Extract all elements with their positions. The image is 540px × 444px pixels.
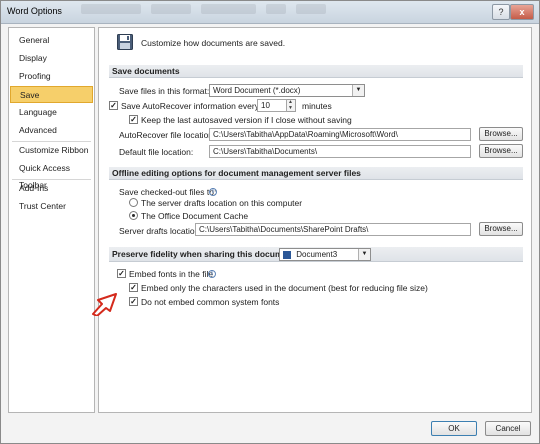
checked-out-label: Save checked-out files to: xyxy=(119,187,217,197)
nav-item-quick-access-toolbar[interactable]: Quick Access Toolbar xyxy=(10,160,93,190)
header-text: Customize how documents are saved. xyxy=(141,38,286,48)
autorecover-checkbox[interactable]: ✓ xyxy=(109,101,118,110)
keep-last-label: Keep the last autosaved version if I clo… xyxy=(141,115,352,125)
fidelity-document-select[interactable]: Document3 ▼ xyxy=(279,248,371,261)
autorecover-browse-button[interactable]: Browse... xyxy=(479,127,523,141)
radio-selected-dot xyxy=(132,214,135,217)
minutes-spinner[interactable]: ▲ ▼ xyxy=(287,99,296,112)
ok-button[interactable]: OK xyxy=(431,421,477,436)
save-options-panel: Customize how documents are saved. Save … xyxy=(98,27,532,413)
radio-office-cache-label: The Office Document Cache xyxy=(141,211,249,221)
drafts-location-input[interactable]: C:\Users\Tabitha\Documents\SharePoint Dr… xyxy=(195,223,471,236)
word-options-dialog: Word Options ? x General Display Proofin… xyxy=(0,0,540,444)
nav-item-general[interactable]: General xyxy=(10,32,93,49)
nav-item-language[interactable]: Language xyxy=(10,104,93,121)
no-common-fonts-label: Do not embed common system fonts xyxy=(141,297,280,307)
window-title: Word Options xyxy=(7,6,62,16)
embed-fonts-label: Embed fonts in the file xyxy=(129,269,214,279)
embed-only-label: Embed only the characters used in the do… xyxy=(141,283,428,293)
format-label: Save files in this format: xyxy=(119,86,210,96)
keep-last-checkbox[interactable]: ✓ xyxy=(129,115,138,124)
nav-item-display[interactable]: Display xyxy=(10,50,93,67)
radio-server-drafts-label: The server drafts location on this compu… xyxy=(141,198,303,208)
autorecover-location-label: AutoRecover file location: xyxy=(119,130,216,140)
options-nav: General Display Proofing Save Language A… xyxy=(8,27,95,413)
autorecover-label: Save AutoRecover information every xyxy=(121,101,259,111)
background-ribbon-ghost xyxy=(151,4,191,14)
no-common-fonts-checkbox[interactable]: ✓ xyxy=(129,297,138,306)
annotation-arrow-icon xyxy=(92,293,117,316)
nav-item-advanced[interactable]: Advanced xyxy=(10,122,93,139)
nav-item-add-ins[interactable]: Add-Ins xyxy=(10,180,93,197)
drafts-browse-button[interactable]: Browse... xyxy=(479,222,523,236)
chevron-down-icon: ▼ xyxy=(358,249,370,260)
spin-down-icon: ▼ xyxy=(288,105,293,111)
format-select-value: Word Document (*.docx) xyxy=(213,86,301,95)
section-save-documents: Save documents xyxy=(109,65,523,78)
format-select[interactable]: Word Document (*.docx) ▼ xyxy=(209,84,365,97)
autorecover-minutes-input[interactable]: 10 xyxy=(257,99,287,112)
embed-fonts-checkbox[interactable]: ✓ xyxy=(117,269,126,278)
nav-item-proofing[interactable]: Proofing xyxy=(10,68,93,85)
info-icon: i xyxy=(209,188,217,196)
minutes-label: minutes xyxy=(302,101,332,111)
chevron-down-icon: ▼ xyxy=(352,85,364,96)
autorecover-location-input[interactable]: C:\Users\Tabitha\AppData\Roaming\Microso… xyxy=(209,128,471,141)
background-ribbon-ghost xyxy=(201,4,256,14)
cancel-button[interactable]: Cancel xyxy=(485,421,531,436)
nav-item-trust-center[interactable]: Trust Center xyxy=(10,198,93,215)
help-button[interactable]: ? xyxy=(492,4,510,20)
background-ribbon-ghost xyxy=(81,4,141,14)
save-floppy-icon xyxy=(117,34,133,50)
default-location-label: Default file location: xyxy=(119,147,194,157)
radio-office-cache[interactable] xyxy=(129,211,138,220)
word-document-icon xyxy=(283,250,291,259)
background-ribbon-ghost xyxy=(266,4,286,14)
embed-only-checkbox[interactable]: ✓ xyxy=(129,283,138,292)
background-ribbon-ghost xyxy=(296,4,326,14)
drafts-location-label: Server drafts location: xyxy=(119,226,202,236)
radio-server-drafts[interactable] xyxy=(129,198,138,207)
close-button[interactable]: x xyxy=(510,4,534,20)
nav-item-customize-ribbon[interactable]: Customize Ribbon xyxy=(10,142,93,159)
nav-item-save[interactable]: Save xyxy=(10,86,93,103)
section-offline-editing: Offline editing options for document man… xyxy=(109,167,523,180)
title-bar[interactable]: Word Options ? x xyxy=(1,1,539,24)
fidelity-document-value: Document3 xyxy=(296,250,338,259)
info-icon: i xyxy=(208,270,216,278)
default-browse-button[interactable]: Browse... xyxy=(479,144,523,158)
default-location-input[interactable]: C:\Users\Tabitha\Documents\ xyxy=(209,145,471,158)
